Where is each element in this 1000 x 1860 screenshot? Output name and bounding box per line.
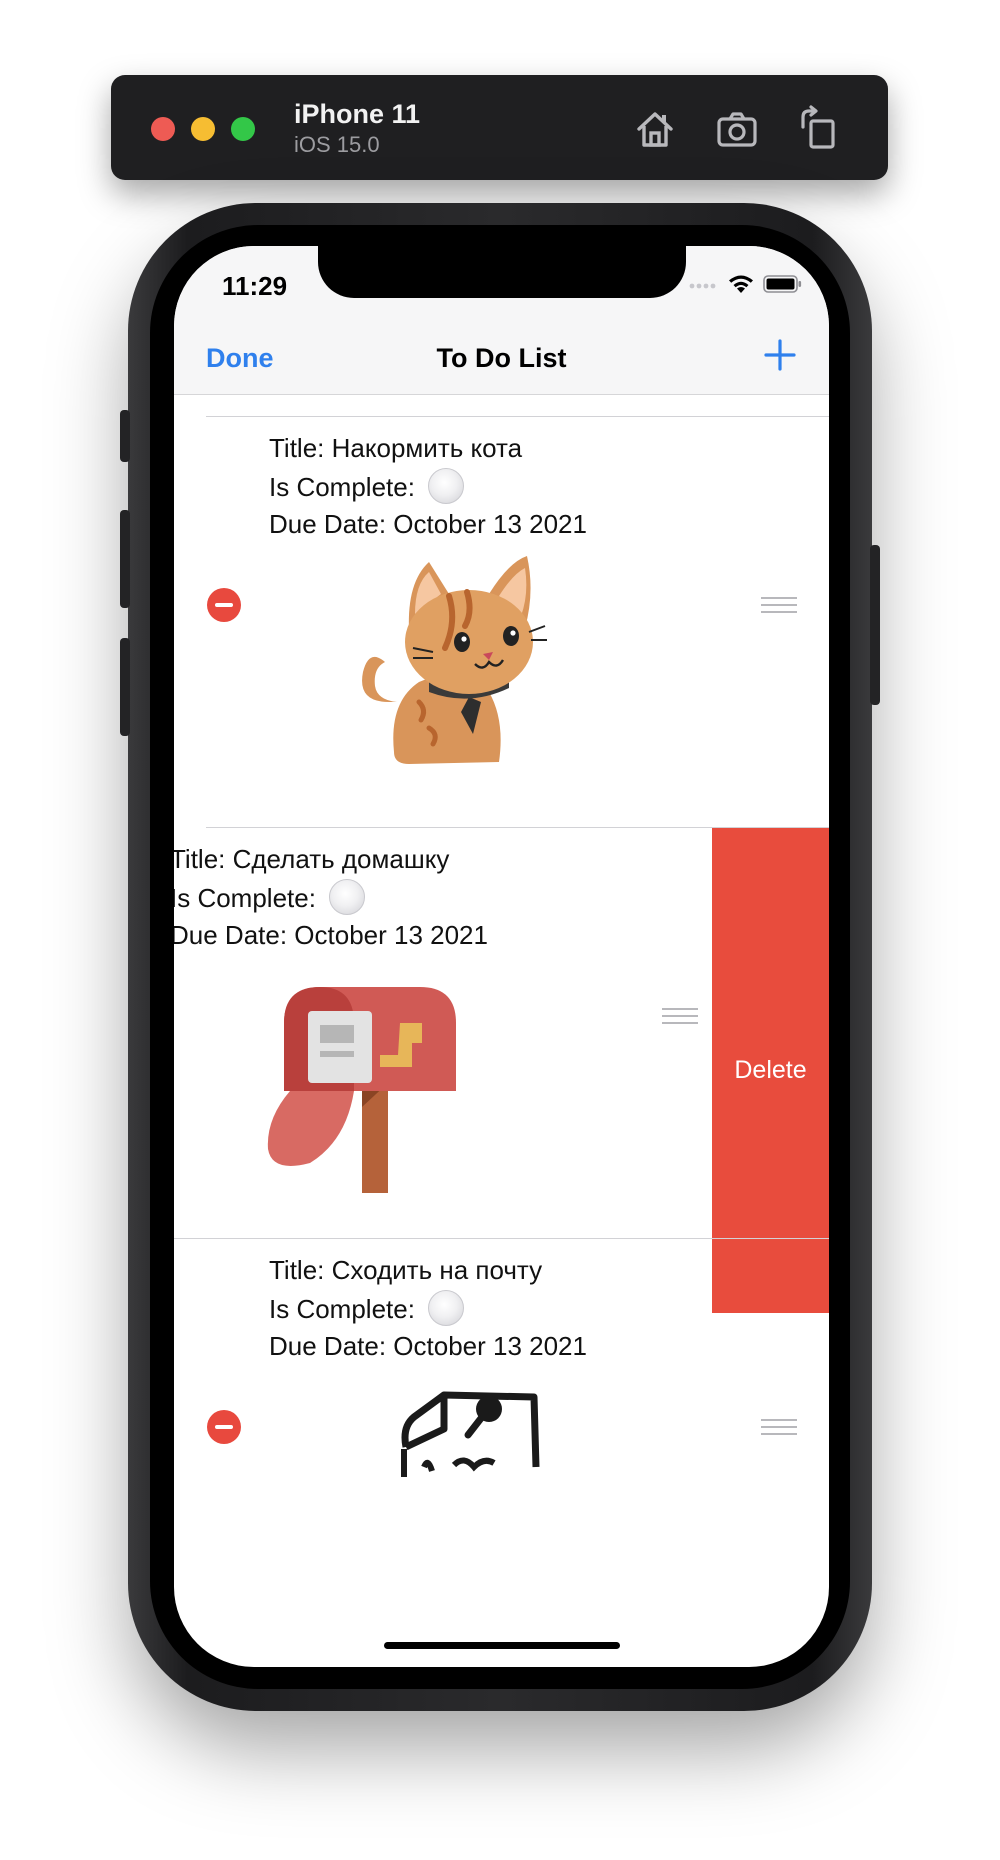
wifi-icon — [729, 275, 753, 293]
home-icon[interactable] — [631, 105, 679, 153]
silent-switch[interactable] — [120, 410, 130, 462]
reorder-icon[interactable] — [662, 1008, 698, 1026]
todo-complete-label: Is Complete: — [269, 1293, 415, 1324]
nav-title: To Do List — [436, 343, 567, 373]
notch — [318, 246, 686, 298]
mailbox-illustration — [267, 987, 456, 1193]
todo-complete-label: Is Complete: — [174, 882, 316, 913]
todo-due-date: Due Date: October 13 2021 — [174, 920, 488, 950]
todo-title: Title: Сделать домашку — [174, 844, 450, 874]
todo-complete-row: Is Complete: — [174, 879, 366, 918]
os-version: iOS 15.0 — [294, 132, 380, 157]
todo-row[interactable]: Title: Сходить на почту Is Complete: Due… — [174, 1239, 829, 1667]
todo-complete-row: Is Complete: — [269, 1290, 465, 1329]
delete-minus-icon[interactable] — [207, 588, 241, 622]
zoom-window-button[interactable] — [231, 117, 255, 141]
reorder-icon[interactable] — [761, 1419, 797, 1437]
reorder-icon[interactable] — [761, 597, 797, 615]
todo-list[interactable]: Title: Накормить кота Is Complete: Due D… — [174, 394, 829, 1667]
status-indicators — [689, 271, 803, 297]
device-name: iPhone 11 — [294, 99, 421, 129]
battery-icon — [763, 275, 802, 293]
minimize-window-button[interactable] — [191, 117, 215, 141]
letter-sketch-illustration — [401, 1391, 540, 1477]
rotate-icon[interactable] — [795, 105, 843, 153]
simulator-toolbar: iPhone 11 iOS 15.0 — [111, 75, 888, 180]
screenshot-icon[interactable] — [713, 105, 761, 153]
todo-complete-row: Is Complete: — [269, 468, 465, 507]
todo-title: Title: Накормить кота — [269, 433, 523, 463]
home-indicator[interactable] — [384, 1642, 620, 1649]
signal-icon — [689, 283, 716, 289]
complete-radio-icon[interactable] — [428, 1290, 465, 1326]
volume-down-button[interactable] — [120, 638, 130, 736]
todo-due-date: Due Date: October 13 2021 — [269, 1331, 587, 1361]
plus-icon[interactable] — [763, 338, 797, 372]
phone-screen: 11:29 Done To Do List Title: Накормить к… — [174, 246, 829, 1667]
complete-radio-icon[interactable] — [428, 468, 465, 504]
delete-minus-icon[interactable] — [207, 1410, 241, 1444]
todo-title: Title: Сходить на почту — [269, 1255, 543, 1285]
close-window-button[interactable] — [151, 117, 175, 141]
todo-due-date: Due Date: October 13 2021 — [269, 509, 587, 539]
status-time: 11:29 — [222, 271, 288, 301]
cat-illustration — [362, 556, 547, 764]
volume-up-button[interactable] — [120, 510, 130, 608]
todo-complete-label: Is Complete: — [269, 471, 415, 502]
todo-row-content: Title: Сходить на почту Is Complete: Due… — [174, 1239, 829, 1667]
power-button[interactable] — [870, 545, 880, 705]
complete-radio-icon[interactable] — [329, 879, 366, 915]
